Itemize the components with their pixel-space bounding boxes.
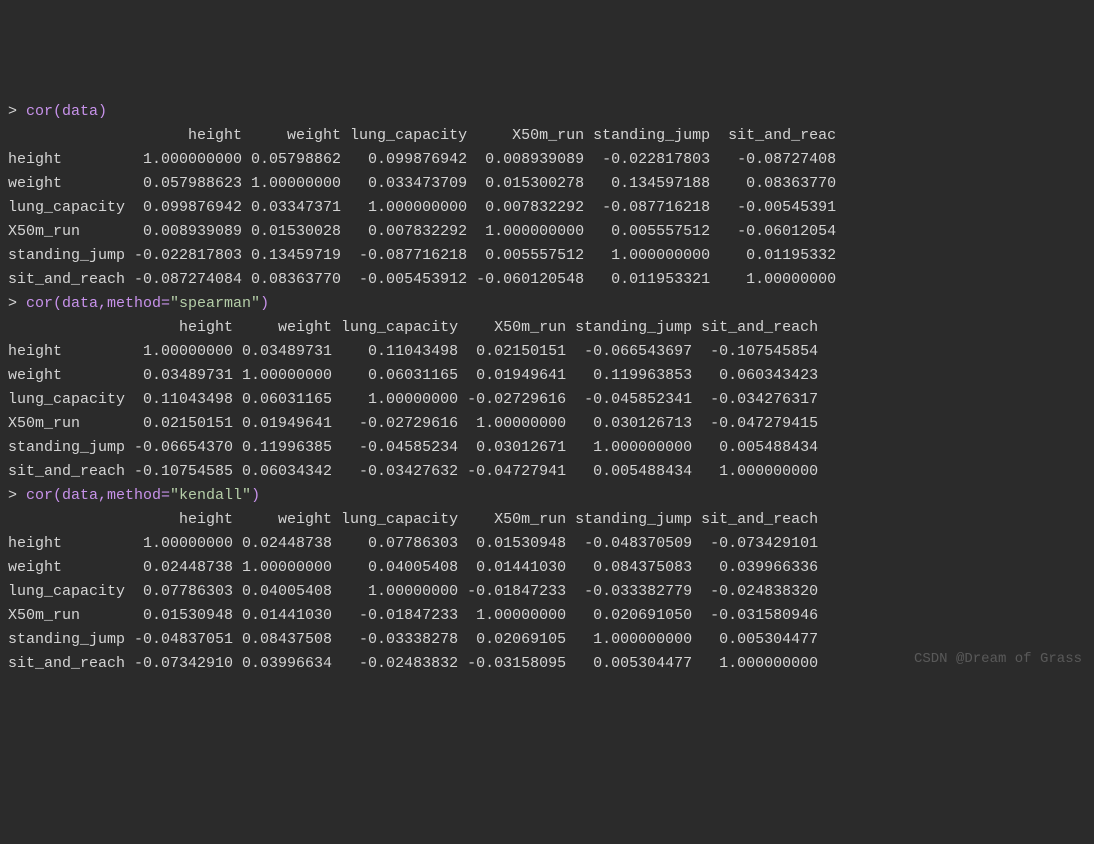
output1-row-0: height 1.000000000 0.05798862 0.09987694…	[8, 151, 836, 168]
output3-row-2: lung_capacity 0.07786303 0.04005408 1.00…	[8, 583, 818, 600]
output2-row-1: weight 0.03489731 1.00000000 0.06031165 …	[8, 367, 818, 384]
command-1: cor(data)	[26, 103, 107, 120]
output1-header: height weight lung_capacity X50m_run sta…	[8, 127, 836, 144]
prompt-2: >	[8, 295, 26, 312]
output1-row-4: standing_jump -0.022817803 0.13459719 -0…	[8, 247, 836, 264]
output1-row-3: X50m_run 0.008939089 0.01530028 0.007832…	[8, 223, 836, 240]
output3-row-0: height 1.00000000 0.02448738 0.07786303 …	[8, 535, 818, 552]
watermark: CSDN @Dream of Grass	[914, 648, 1082, 670]
output2-row-2: lung_capacity 0.11043498 0.06031165 1.00…	[8, 391, 818, 408]
output2-row-5: sit_and_reach -0.10754585 0.06034342 -0.…	[8, 463, 818, 480]
prompt-3: >	[8, 487, 26, 504]
output2-row-0: height 1.00000000 0.03489731 0.11043498 …	[8, 343, 818, 360]
console-output: > cor(data) height weight lung_capacity …	[8, 100, 1086, 676]
command-2: cor(data,method=	[26, 295, 170, 312]
output3-row-4: standing_jump -0.04837051 0.08437508 -0.…	[8, 631, 818, 648]
string-3: "kendall"	[170, 487, 251, 504]
command-3: cor(data,method=	[26, 487, 170, 504]
output2-row-4: standing_jump -0.06654370 0.11996385 -0.…	[8, 439, 818, 456]
prompt-1: >	[8, 103, 26, 120]
command-2-end: )	[260, 295, 269, 312]
output3-row-1: weight 0.02448738 1.00000000 0.04005408 …	[8, 559, 818, 576]
output1-row-1: weight 0.057988623 1.00000000 0.03347370…	[8, 175, 836, 192]
output2-header: height weight lung_capacity X50m_run sta…	[8, 319, 818, 336]
string-2: "spearman"	[170, 295, 260, 312]
output1-row-2: lung_capacity 0.099876942 0.03347371 1.0…	[8, 199, 836, 216]
output3-row-5: sit_and_reach -0.07342910 0.03996634 -0.…	[8, 655, 818, 672]
command-3-end: )	[251, 487, 260, 504]
output3-row-3: X50m_run 0.01530948 0.01441030 -0.018472…	[8, 607, 818, 624]
output1-row-5: sit_and_reach -0.087274084 0.08363770 -0…	[8, 271, 836, 288]
output2-row-3: X50m_run 0.02150151 0.01949641 -0.027296…	[8, 415, 818, 432]
output3-header: height weight lung_capacity X50m_run sta…	[8, 511, 818, 528]
